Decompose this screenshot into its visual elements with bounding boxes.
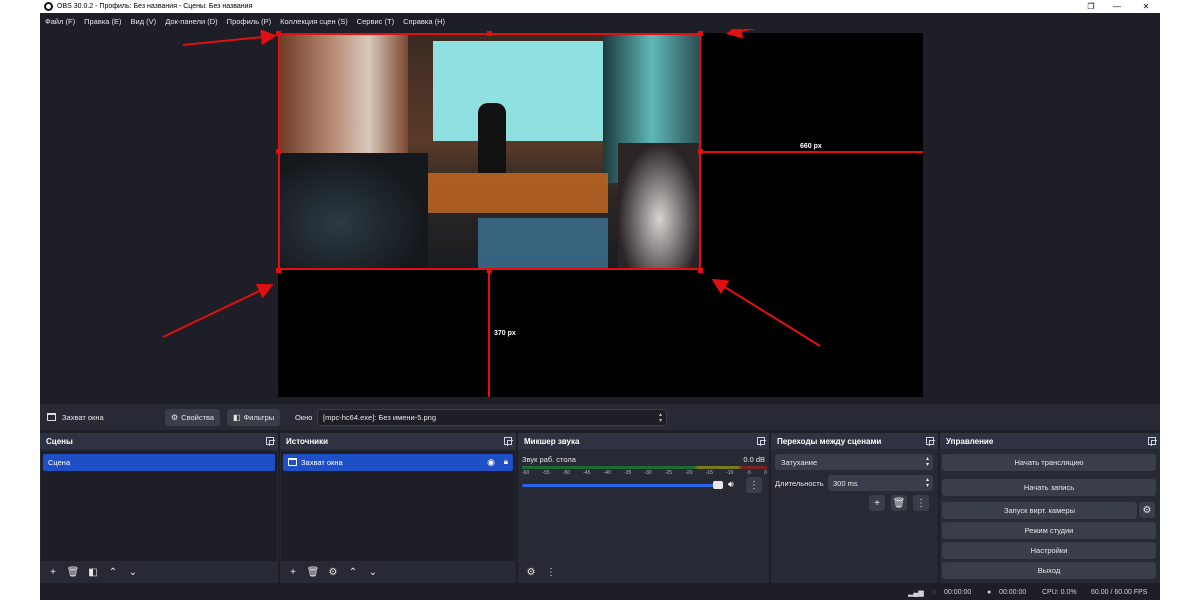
window-title: OBS 30.0.2 - Профиль: Без названия - Сце… bbox=[57, 3, 253, 10]
preview-area[interactable]: 660 px 370 px bbox=[40, 29, 1160, 402]
arrow-top-left bbox=[182, 29, 277, 46]
properties-button[interactable]: ⚙ Свойства bbox=[165, 409, 221, 426]
volume-slider-handle[interactable] bbox=[713, 481, 723, 489]
close-button[interactable]: ✕ bbox=[1132, 0, 1160, 13]
eye-icon[interactable]: ◉ bbox=[487, 457, 495, 468]
audio-mixer-dock: Микшер звука Звук раб. стола 0.0 dB -60 … bbox=[518, 433, 769, 583]
duration-input[interactable]: 300 ms ▴ ▾ bbox=[828, 475, 933, 491]
cpu-usage: CPU: 0.0% bbox=[1042, 589, 1077, 596]
maximize-button[interactable]: ❐ bbox=[1077, 0, 1105, 13]
obs-logo-icon bbox=[44, 2, 53, 11]
menu-scene-collection[interactable]: Коллекция сцен (S) bbox=[280, 17, 348, 26]
move-up-button[interactable]: ⌃ bbox=[105, 564, 121, 580]
add-transition-button[interactable]: + bbox=[869, 495, 885, 511]
filters-button[interactable]: ◧ Фильтры bbox=[227, 409, 281, 426]
trash-icon[interactable]: 🗑 bbox=[65, 564, 81, 580]
channel-name: Звук раб. стола bbox=[522, 455, 576, 464]
scenes-list[interactable]: Сцена bbox=[41, 451, 277, 561]
undock-icon[interactable] bbox=[266, 437, 275, 446]
start-recording-button[interactable]: Начать запись bbox=[942, 479, 1156, 496]
trash-icon[interactable]: 🗑 bbox=[305, 564, 321, 580]
obs-window: OBS 30.0.2 - Профиль: Без названия - Сце… bbox=[40, 0, 1160, 600]
window-select[interactable]: [mpc-hc64.exe]: Без имени-5.png ▴ ▾ bbox=[317, 409, 667, 426]
volume-meter bbox=[522, 466, 767, 469]
scenes-title: Сцены bbox=[46, 436, 73, 446]
stream-status-icon: ◌ bbox=[932, 589, 937, 596]
transition-select[interactable]: Затухание ▴ ▾ bbox=[775, 454, 933, 470]
start-streaming-button[interactable]: Начать трансляцию bbox=[942, 454, 1156, 471]
sources-dock: Источники Захват окна ◉ 🔒︎ + 🗑 ⚙ ⌃ ⌄ bbox=[280, 433, 516, 583]
arrow-bottom-left bbox=[162, 283, 274, 338]
transitions-title: Переходы между сценами bbox=[777, 436, 882, 446]
menu-view[interactable]: Вид (V) bbox=[131, 17, 157, 26]
settings-button[interactable]: Настройки bbox=[942, 542, 1156, 559]
undock-icon[interactable] bbox=[1148, 437, 1157, 446]
updown-arrows-icon: ▴ ▾ bbox=[925, 456, 929, 468]
gear-icon[interactable]: ⚙ bbox=[1139, 502, 1155, 518]
menu-tools[interactable]: Сервис (T) bbox=[357, 17, 394, 26]
title-bar: OBS 30.0.2 - Профиль: Без названия - Сце… bbox=[40, 0, 1160, 13]
mixer-menu-button[interactable]: ⋮ bbox=[543, 564, 559, 580]
controls-dock: Управление Начать трансляцию Начать запи… bbox=[940, 433, 1160, 583]
filter-icon[interactable]: ◧ bbox=[85, 564, 101, 580]
mixer-title: Микшер звука bbox=[524, 436, 580, 446]
scene-transitions-dock: Переходы между сценами Затухание ▴ ▾ Длит… bbox=[771, 433, 938, 583]
exit-button[interactable]: Выход bbox=[942, 562, 1156, 579]
scene-item[interactable]: Сцена bbox=[43, 454, 275, 471]
undock-icon[interactable] bbox=[926, 437, 935, 446]
undock-icon[interactable] bbox=[504, 437, 513, 446]
studio-mode-button[interactable]: Режим студии bbox=[942, 522, 1156, 539]
transition-menu-button[interactable]: ⋮ bbox=[913, 495, 929, 511]
meter-scale: -60 -55 -50 -45 -40 -35 -30 -25 -20 -15 … bbox=[522, 470, 767, 476]
menu-help[interactable]: Справка (H) bbox=[403, 17, 445, 26]
duration-label: Длительность bbox=[775, 479, 824, 488]
minimize-button[interactable]: — bbox=[1103, 0, 1131, 13]
advanced-audio-gear-icon[interactable]: ⚙ bbox=[523, 564, 539, 580]
updown-arrows-icon: ▴ ▾ bbox=[658, 412, 662, 424]
speaker-icon[interactable]: 🔊︎ bbox=[728, 479, 734, 490]
scenes-dock: Сцены Сцена + 🗑 ◧ ⌃ ⌄ bbox=[40, 433, 278, 583]
record-time: 00:00:00 bbox=[999, 589, 1027, 596]
move-down-button[interactable]: ⌄ bbox=[125, 564, 141, 580]
gear-icon: ⚙ bbox=[171, 413, 179, 422]
add-source-button[interactable]: + bbox=[285, 564, 301, 580]
window-capture-icon bbox=[47, 413, 56, 421]
menu-bar: Файл (F) Правка (E) Вид (V) Док-панели (… bbox=[40, 13, 1160, 29]
filter-icon: ◧ bbox=[233, 413, 241, 422]
volume-slider[interactable] bbox=[522, 484, 722, 487]
window-capture-icon bbox=[288, 458, 297, 466]
sources-title: Источники bbox=[286, 436, 329, 446]
channel-db: 0.0 dB bbox=[743, 455, 765, 464]
trash-icon[interactable]: 🗑 bbox=[891, 495, 907, 511]
stream-time: 00:00:00 bbox=[944, 589, 972, 596]
menu-file[interactable]: Файл (F) bbox=[45, 17, 75, 26]
annotation-arrows bbox=[162, 29, 821, 347]
menu-edit[interactable]: Правка (E) bbox=[84, 17, 121, 26]
add-scene-button[interactable]: + bbox=[45, 564, 61, 580]
source-toolbar: Захват окна ⚙ Свойства ◧ Фильтры Окно [m… bbox=[40, 404, 1160, 430]
menu-docks[interactable]: Док-панели (D) bbox=[165, 17, 217, 26]
lock-icon[interactable]: 🔒︎ bbox=[504, 457, 508, 467]
network-bars-icon: ▂▄▆ bbox=[908, 590, 924, 597]
channel-menu-button[interactable]: ⋮ bbox=[746, 477, 762, 493]
window-label: Окно bbox=[295, 413, 313, 422]
fps-counter: 60.00 / 60.00 FPS bbox=[1091, 589, 1148, 596]
move-down-button[interactable]: ⌄ bbox=[365, 564, 381, 580]
move-up-button[interactable]: ⌃ bbox=[345, 564, 361, 580]
updown-arrows-icon: ▴ ▾ bbox=[925, 477, 929, 489]
controls-title: Управление bbox=[946, 436, 994, 446]
source-item[interactable]: Захват окна ◉ 🔒︎ bbox=[283, 454, 513, 471]
arrow-top-right bbox=[726, 29, 757, 39]
arrow-bottom-right bbox=[711, 278, 821, 347]
sources-list[interactable]: Захват окна ◉ 🔒︎ bbox=[281, 451, 515, 561]
start-virtual-camera-button[interactable]: Запуск вирт. камеры bbox=[942, 502, 1137, 519]
record-status-icon: ● bbox=[987, 589, 992, 596]
undock-icon[interactable] bbox=[757, 437, 766, 446]
status-bar: ▂▄▆ ◌ 00:00:00 ● 00:00:00 CPU: 0.0% 60.0… bbox=[40, 585, 1160, 600]
menu-profile[interactable]: Профиль (P) bbox=[227, 17, 271, 26]
gear-icon[interactable]: ⚙ bbox=[325, 564, 341, 580]
selected-source-name: Захват окна bbox=[62, 413, 104, 422]
